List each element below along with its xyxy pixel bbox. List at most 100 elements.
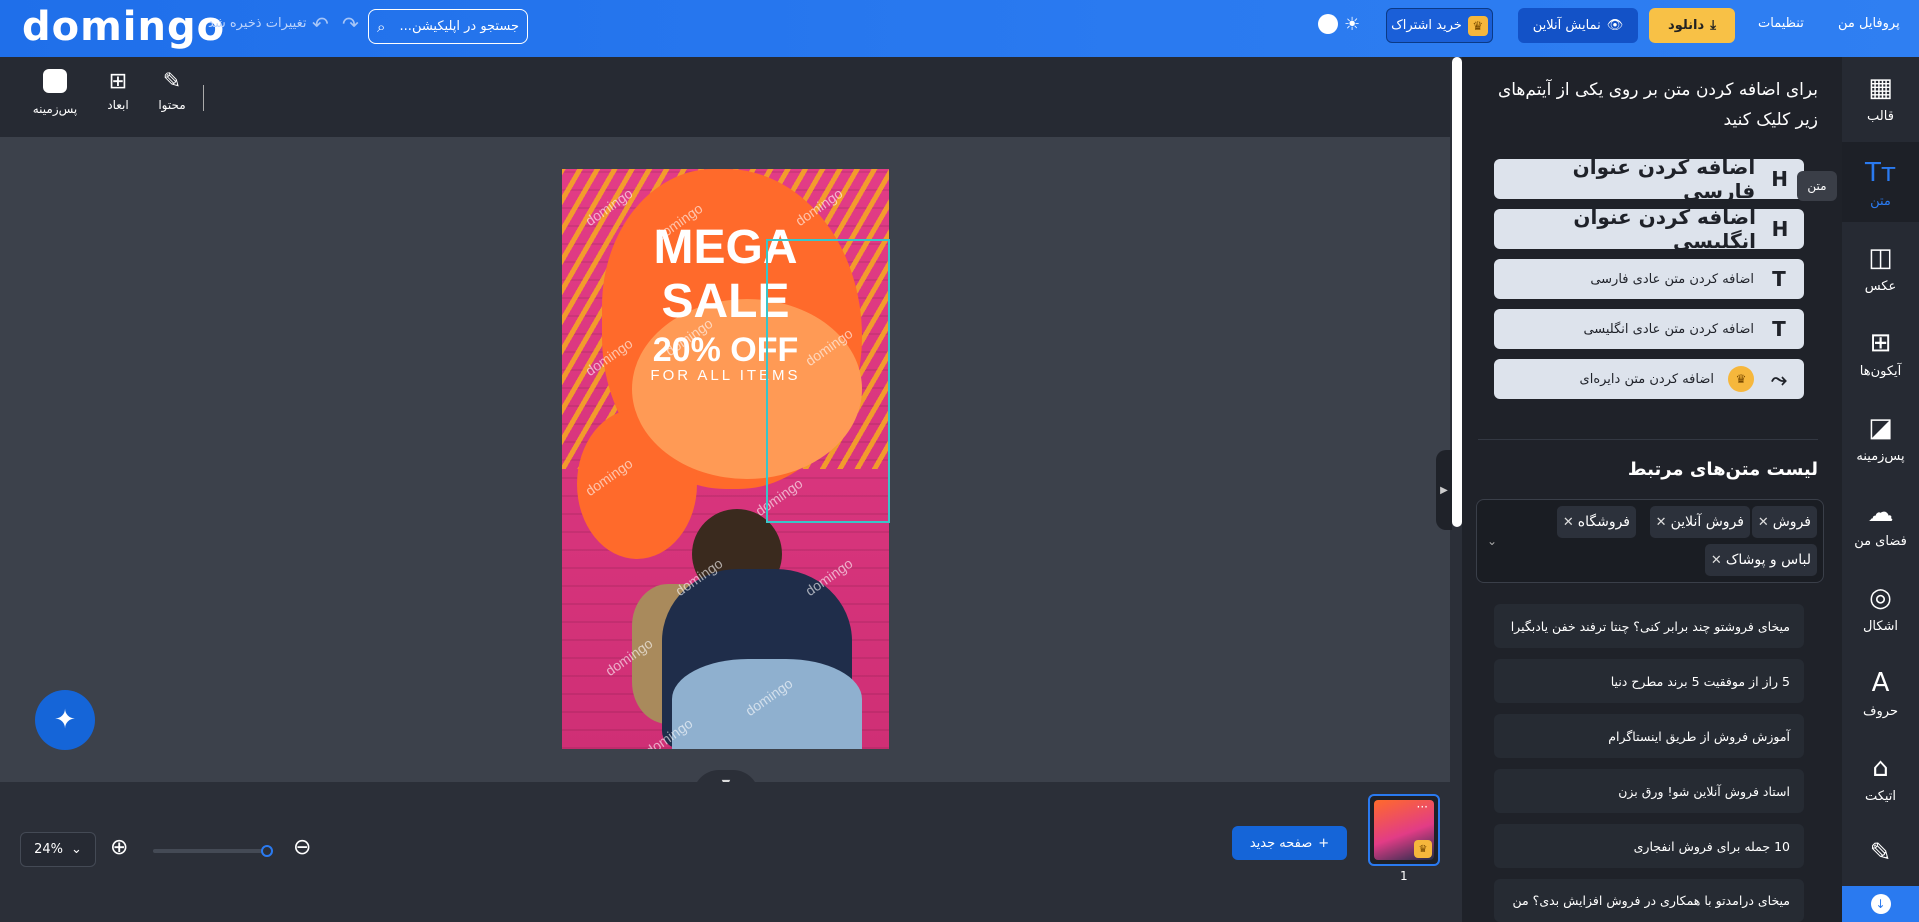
- tag-select[interactable]: فروش ✕ فروش آنلاین ✕ فروشگاه ✕ لباس و پوشاک…: [1476, 499, 1824, 583]
- zoom-slider-knob[interactable]: [261, 845, 273, 857]
- related-text-item[interactable]: میخای درامدتو با همکاری در فروش افزایش ب…: [1494, 879, 1804, 922]
- download-button[interactable]: دانلود ⤓: [1649, 8, 1735, 43]
- search-placeholder: جستجو در اپلیکیشن...: [399, 19, 519, 34]
- pen-icon: ✎: [1869, 838, 1892, 868]
- tag-label: فروش آنلاین: [1670, 514, 1744, 530]
- sidebar-item-text[interactable]: Tт متن: [1842, 142, 1919, 222]
- main-sidebar: ▦ قالب Tт متن ◫ عکس ⊞ آیکون‌ها ◪ پس‌زمینه ☁ فض…: [1842, 57, 1919, 922]
- sidebar-item-label: عکس: [1864, 279, 1897, 294]
- top-bar: domingo ↶ ↷ تغییرات ذخیره شد جستجو در اپ…: [0, 0, 1919, 57]
- zoom-select[interactable]: 24% ⌄: [20, 832, 96, 867]
- related-text-item[interactable]: 5 راز از موفقیت 5 برند مطرح دنیا: [1494, 659, 1804, 703]
- related-text-item[interactable]: میخای فروشتو چند برابر کنی؟ چنتا ترفند خ…: [1494, 604, 1804, 648]
- zoom-in-icon[interactable]: ⊕: [110, 835, 128, 860]
- template-icon: ▦: [1868, 73, 1893, 103]
- magic-wand-button[interactable]: ✦: [35, 690, 95, 750]
- sidebar-item-label: حروف: [1863, 704, 1898, 719]
- sidebar-item-label: متن: [1870, 194, 1891, 209]
- chevron-down-icon: ⌄: [71, 842, 82, 857]
- circular-text-icon: ⤳: [1771, 367, 1787, 391]
- letters-icon: A: [1871, 668, 1890, 698]
- undo-icon[interactable]: ↶: [312, 12, 329, 36]
- sidebar-item-photo[interactable]: ◫ عکس: [1842, 227, 1919, 307]
- background-tool-label: پس‌زمینه: [32, 102, 78, 116]
- new-page-button[interactable]: صفحه جدید +: [1232, 826, 1347, 860]
- add-persian-heading-button[interactable]: H اضافه کردن عنوان فارسی: [1494, 155, 1804, 203]
- sidebar-item-shapes[interactable]: ◎ اشکال: [1842, 567, 1919, 647]
- text-panel: برای اضافه کردن متن بر روی یکی از آیتم‌ه…: [1462, 57, 1842, 922]
- more-icon[interactable]: ···: [1417, 800, 1428, 814]
- settings-link[interactable]: تنظیمات: [1758, 16, 1804, 31]
- plus-icon: +: [1318, 835, 1330, 851]
- subscribe-button[interactable]: خرید اشتراک ♛: [1386, 8, 1493, 43]
- tag-chip: فروش ✕: [1751, 506, 1817, 538]
- page-thumbnail[interactable]: ··· ♛: [1368, 794, 1440, 866]
- redo-icon[interactable]: ↷: [342, 12, 359, 36]
- profile-link[interactable]: پروفایل من: [1838, 16, 1900, 31]
- selection-box[interactable]: [766, 239, 890, 523]
- theme-toggle[interactable]: ☀: [1318, 13, 1368, 35]
- sidebar-item-label: پس‌زمینه: [1856, 449, 1905, 464]
- subscribe-label: خرید اشتراک: [1391, 18, 1462, 33]
- chevron-right-icon: ▶: [1440, 484, 1448, 496]
- related-text-item[interactable]: 10 جمله برای فروش انفجاری: [1494, 824, 1804, 868]
- page-number: 1: [1400, 869, 1408, 883]
- background-tool[interactable]: پس‌زمینه: [30, 69, 80, 116]
- search-input[interactable]: جستجو در اپلیکیشن... ⌕: [368, 9, 528, 44]
- zoom-level: 24%: [34, 842, 63, 857]
- content-tool[interactable]: ✎ محتوا: [147, 69, 197, 112]
- related-text-item[interactable]: آموزش فروش از طریق اینستاگرام: [1494, 714, 1804, 758]
- add-button-label: اضافه کردن متن عادی فارسی: [1590, 271, 1754, 287]
- add-english-heading-button[interactable]: H اضافه کردن عنوان انگلیسی: [1494, 205, 1804, 253]
- remove-tag-icon[interactable]: ✕: [1563, 515, 1574, 530]
- sidebar-item-template[interactable]: ▦ قالب: [1842, 57, 1919, 137]
- add-button-label: اضافه کردن عنوان انگلیسی: [1573, 205, 1756, 253]
- remove-tag-icon[interactable]: ✕: [1711, 553, 1722, 568]
- thumbnail-preview: ··· ♛: [1374, 800, 1434, 860]
- zoom-slider[interactable]: [153, 845, 273, 857]
- sidebar-item-letters[interactable]: A حروف: [1842, 652, 1919, 732]
- icons-icon: ⊞: [1869, 328, 1892, 358]
- related-texts-title: لیست متن‌های مرتبط: [1627, 459, 1818, 480]
- logo[interactable]: domingo: [22, 4, 225, 50]
- add-circular-text-button[interactable]: ⤳ ♛ اضافه کردن متن دایره‌ای: [1494, 359, 1804, 399]
- background-swatch-icon: [43, 69, 67, 93]
- sidebar-tooltip: متن: [1797, 171, 1837, 201]
- chevron-down-icon[interactable]: ⌄: [1487, 534, 1497, 548]
- sidebar-scroll-down[interactable]: ↓: [1842, 886, 1919, 922]
- preview-button[interactable]: نمایش آنلاین 👁: [1518, 8, 1638, 43]
- sidebar-item-tag[interactable]: ⌂ اتیکت: [1842, 737, 1919, 817]
- crown-icon: ♛: [1728, 366, 1754, 392]
- sidebar-item-background[interactable]: ◪ پس‌زمینه: [1842, 397, 1919, 477]
- sidebar-item-pen[interactable]: ✎: [1842, 822, 1919, 886]
- magic-wand-icon: ✦: [54, 705, 76, 735]
- edit-icon: ✎: [162, 69, 182, 94]
- remove-tag-icon[interactable]: ✕: [1656, 515, 1667, 530]
- add-persian-text-button[interactable]: T اضافه کردن متن عادی فارسی: [1494, 259, 1804, 299]
- heading-icon: H: [1771, 217, 1789, 241]
- sidebar-item-label: فضای من: [1854, 534, 1907, 549]
- add-english-text-button[interactable]: T اضافه کردن متن عادی انگلیسی: [1494, 309, 1804, 349]
- cloud-upload-icon: ☁: [1867, 498, 1894, 528]
- remove-tag-icon[interactable]: ✕: [1758, 515, 1769, 530]
- sidebar-item-my-space[interactable]: ☁ فضای من: [1842, 482, 1919, 562]
- add-button-label: اضافه کردن متن عادی انگلیسی: [1583, 321, 1754, 337]
- zoom-out-icon[interactable]: ⊖: [293, 835, 311, 860]
- tag-chip: لباس و پوشاک ✕: [1704, 544, 1817, 576]
- tag-label: لباس و پوشاک: [1725, 552, 1811, 568]
- crown-icon: ♛: [1467, 15, 1488, 36]
- related-text-item[interactable]: استاد فروش آنلاین شو! ورق بزن: [1494, 769, 1804, 813]
- background-icon: ◪: [1868, 413, 1893, 443]
- panel-collapse-handle[interactable]: ▶: [1436, 450, 1452, 530]
- panel-scrollbar[interactable]: [1452, 57, 1462, 527]
- panel-instruction: برای اضافه کردن متن بر روی یکی از آیتم‌ه…: [1497, 80, 1818, 130]
- photo-icon: ◫: [1868, 243, 1893, 273]
- dimensions-tool[interactable]: ⊞ ابعاد: [93, 69, 143, 112]
- arrow-down-icon: ↓: [1870, 894, 1891, 914]
- tag-icon: ⌂: [1872, 753, 1889, 783]
- content-tool-label: محتوا: [158, 98, 186, 112]
- eye-icon: 👁: [1606, 18, 1624, 33]
- sidebar-item-icons[interactable]: ⊞ آیکون‌ها: [1842, 312, 1919, 392]
- tag-label: فروش: [1772, 514, 1811, 530]
- sidebar-item-label: اشکال: [1862, 619, 1899, 634]
